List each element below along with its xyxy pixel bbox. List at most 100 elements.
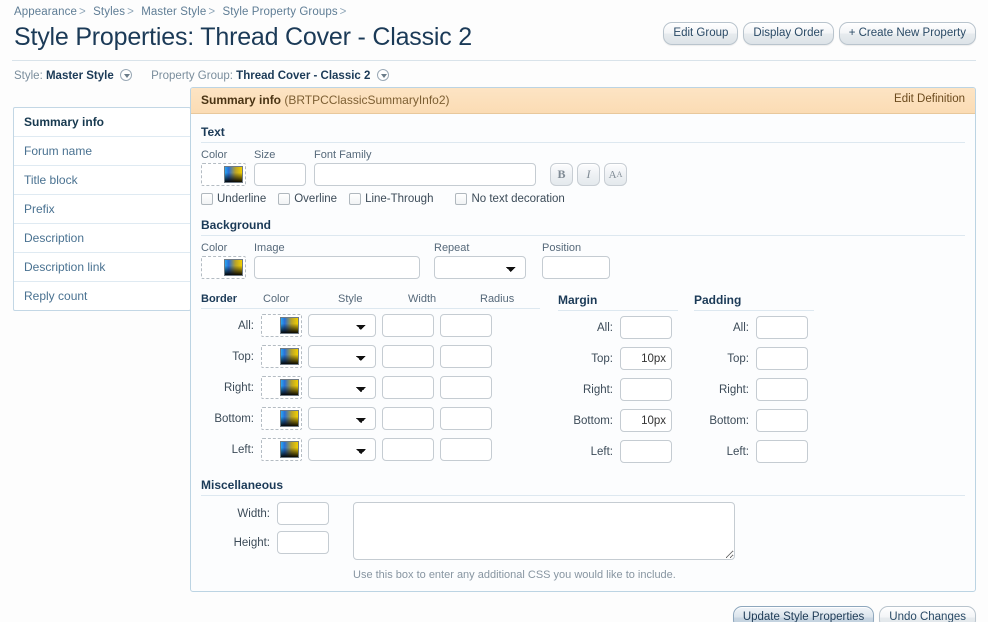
color-swatch-icon <box>280 441 299 458</box>
padding-top-input[interactable] <box>756 347 808 370</box>
padding-section: Padding All: Top: Right: Bottom: Left: <box>694 293 814 471</box>
border-row-left: Left: <box>201 438 540 461</box>
create-new-property-button[interactable]: + Create New Property <box>838 22 976 45</box>
panel-header-id: (BRTPCClassicSummaryInfo2) <box>284 93 450 107</box>
margin-row-label: Bottom: <box>573 414 613 427</box>
bold-button[interactable]: B <box>550 163 573 186</box>
font-family-input[interactable] <box>314 163 536 186</box>
border-width-input[interactable] <box>382 376 434 399</box>
border-radius-input[interactable] <box>440 314 492 337</box>
edit-group-button[interactable]: Edit Group <box>663 22 739 45</box>
misc-height-input[interactable] <box>277 531 329 554</box>
text-font-family-label: Font Family <box>314 149 372 161</box>
misc-width-input[interactable] <box>277 502 329 525</box>
background-repeat-label: Repeat <box>434 242 470 254</box>
background-color-picker[interactable] <box>201 256 246 279</box>
background-position-label: Position <box>542 242 582 254</box>
panel-body: Text Color Size Font Family B I A A Unde… <box>191 114 975 591</box>
underline-label: Underline <box>217 193 267 205</box>
background-image-input[interactable] <box>254 256 420 279</box>
text-color-picker[interactable] <box>201 163 246 186</box>
padding-all-input[interactable] <box>756 316 808 339</box>
undo-changes-button[interactable]: Undo Changes <box>879 606 976 622</box>
sidebar-item-summary-info[interactable]: Summary info <box>14 108 190 137</box>
border-style-select[interactable] <box>308 376 376 399</box>
border-color-picker[interactable] <box>261 407 302 430</box>
padding-left-input[interactable] <box>756 440 808 463</box>
box-model-area: Border Color Style Width Radius All: Top… <box>201 293 965 471</box>
border-width-input[interactable] <box>382 345 434 368</box>
border-style-select[interactable] <box>308 314 376 337</box>
border-width-input[interactable] <box>382 314 434 337</box>
style-selector-label: Style: <box>14 70 43 82</box>
margin-top-input[interactable] <box>620 347 672 370</box>
sidebar-item-description[interactable]: Description <box>14 224 190 253</box>
underline-checkbox[interactable] <box>201 193 213 205</box>
padding-section-title: Padding <box>694 293 814 311</box>
sidebar-item-reply-count[interactable]: Reply count <box>14 282 190 310</box>
border-color-picker[interactable] <box>261 345 302 368</box>
margin-right-input[interactable] <box>620 378 672 401</box>
italic-button[interactable]: I <box>577 163 600 186</box>
style-selector[interactable]: Style: Master Style <box>14 69 132 82</box>
border-style-header: Style <box>338 293 363 305</box>
chevron-down-icon[interactable] <box>376 69 389 81</box>
border-color-picker[interactable] <box>261 314 302 337</box>
no-text-decoration-checkbox[interactable] <box>455 193 468 205</box>
text-size-input[interactable] <box>254 163 306 186</box>
padding-row-all: All: <box>694 316 814 339</box>
update-style-properties-button[interactable]: Update Style Properties <box>732 606 875 622</box>
underline-checkbox-wrap[interactable]: Underline <box>201 193 266 205</box>
sidebar-item-description-link[interactable]: Description link <box>14 253 190 282</box>
misc-width-row: Width: <box>215 502 329 525</box>
border-radius-input[interactable] <box>440 407 492 430</box>
border-style-select[interactable] <box>308 345 376 368</box>
text-color-label: Color <box>201 149 228 161</box>
padding-row-label: Left: <box>726 445 749 458</box>
margin-left-input[interactable] <box>620 440 672 463</box>
margin-section-title: Margin <box>558 293 678 311</box>
display-order-button[interactable]: Display Order <box>743 22 834 45</box>
border-color-picker[interactable] <box>261 376 302 399</box>
border-width-input[interactable] <box>382 438 434 461</box>
title-actions: Edit Group Display Order + Create New Pr… <box>663 22 976 45</box>
border-radius-input[interactable] <box>440 438 492 461</box>
sidebar-item-prefix[interactable]: Prefix <box>14 195 190 224</box>
border-style-select[interactable] <box>308 407 376 430</box>
additional-css-textarea[interactable] <box>353 502 735 560</box>
line-through-checkbox-wrap[interactable]: Line-Through <box>349 193 433 205</box>
line-through-checkbox[interactable] <box>349 193 362 205</box>
breadcrumb-item-styles[interactable]: Styles <box>93 6 125 18</box>
color-swatch-icon <box>224 166 243 183</box>
no-text-decoration-checkbox-wrap[interactable]: No text decoration <box>455 193 565 205</box>
text-section-title: Text <box>201 124 965 143</box>
border-radius-input[interactable] <box>440 376 492 399</box>
chevron-down-icon[interactable] <box>119 69 132 81</box>
breadcrumb-item-master-style[interactable]: Master Style <box>141 6 206 18</box>
border-color-picker[interactable] <box>261 438 302 461</box>
breadcrumb-item-appearance[interactable]: Appearance <box>14 6 77 18</box>
padding-bottom-input[interactable] <box>756 409 808 432</box>
misc-section-title: Miscellaneous <box>201 477 965 496</box>
margin-row-label: Left: <box>590 445 613 458</box>
border-row-label: Bottom: <box>214 412 254 425</box>
background-repeat-select[interactable] <box>434 256 526 279</box>
sidebar-item-title-block[interactable]: Title block <box>14 166 190 195</box>
edit-definition-link[interactable]: Edit Definition <box>894 93 965 105</box>
border-style-select[interactable] <box>308 438 376 461</box>
margin-all-input[interactable] <box>620 316 672 339</box>
overline-checkbox-wrap[interactable]: Overline <box>278 193 337 205</box>
margin-bottom-input[interactable] <box>620 409 672 432</box>
capitalize-button[interactable]: AA <box>604 163 627 186</box>
background-position-input[interactable] <box>542 256 610 279</box>
padding-right-input[interactable] <box>756 378 808 401</box>
breadcrumb-item-style-property-groups[interactable]: Style Property Groups <box>222 6 337 18</box>
breadcrumb: Appearance > Styles > Master Style > Style … <box>0 0 988 18</box>
border-width-input[interactable] <box>382 407 434 430</box>
overline-checkbox[interactable] <box>278 193 291 205</box>
property-group-selector-value: Thread Cover - Classic 2 <box>236 70 371 82</box>
sidebar-item-forum-name[interactable]: Forum name <box>14 137 190 166</box>
property-group-selector[interactable]: Property Group: Thread Cover - Classic 2 <box>151 69 389 82</box>
background-color-label: Color <box>201 242 228 254</box>
border-radius-input[interactable] <box>440 345 492 368</box>
